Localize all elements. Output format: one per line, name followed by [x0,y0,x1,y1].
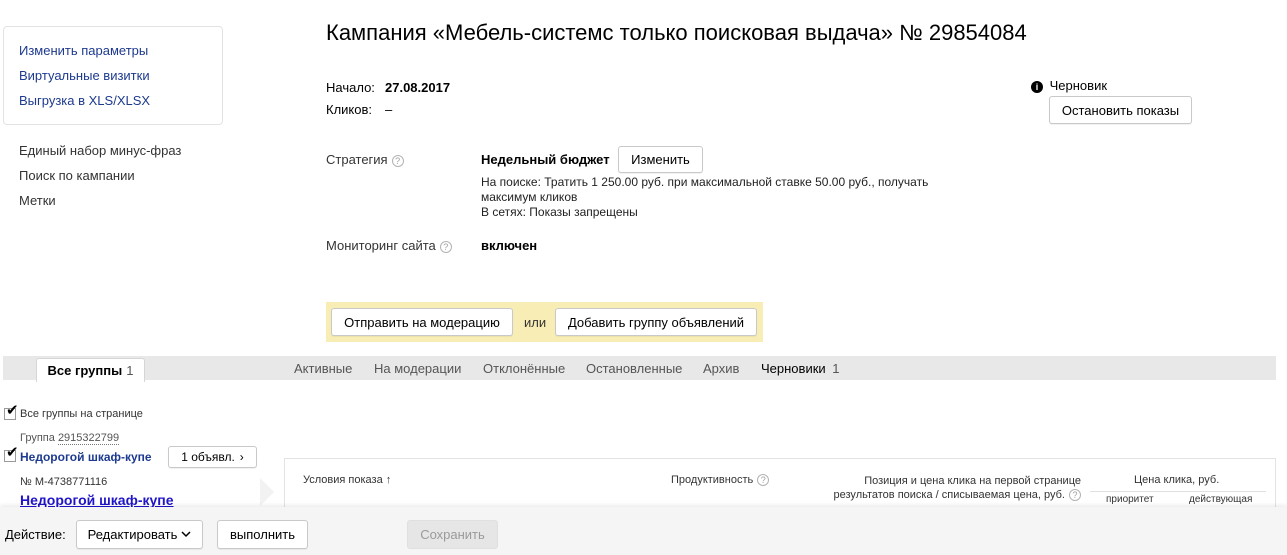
ads-count-label: 1 объявл. [181,450,235,464]
tab-active[interactable]: Активные [294,361,352,376]
execute-button[interactable]: выполнить [217,520,308,549]
sidebar-link-vcards[interactable]: Виртуальные визитки [19,68,150,83]
strategy-value: Недельный бюджет [481,152,610,167]
save-button[interactable]: Сохранить [407,520,498,549]
question-circle-icon[interactable]: ? [391,154,404,167]
tab-drafts[interactable]: Черновики 1 [761,361,840,376]
col-productivity-header: Продуктивность? [671,474,770,487]
col-conditions-label: Условия показа [303,474,383,486]
col-effective-header: действующая [1189,494,1253,505]
page-title: Кампания «Мебель-системс только поискова… [326,20,1027,45]
action-select-value: Редактировать [87,527,178,542]
start-date: 27.08.2017 [385,80,451,95]
col-conditions-header[interactable]: Условия показа ↑ [303,474,391,486]
col-position-line1: Позиция и цена клика на первой странице [864,475,1081,487]
tab-rejected[interactable]: Отклонённые [483,361,565,376]
sidebar-link-minus-phrases[interactable]: Единый набор минус-фраз [19,143,181,158]
start-label: Начало: [326,80,375,95]
checkmark-icon: ✔ [6,402,19,419]
col-price-divider [1090,491,1266,492]
question-circle-icon[interactable]: ? [439,240,452,253]
tab-all-groups-label: Все группы [47,363,123,378]
stop-shows-button[interactable]: Остановить показы [1049,96,1192,124]
tab-on-moderation[interactable]: На модерации [374,361,461,376]
status-badge: i Черновик [1031,78,1107,93]
col-productivity-label: Продуктивность [671,474,754,486]
group-checkbox[interactable]: ✔ [4,445,19,462]
tab-stopped[interactable]: Остановленные [586,361,682,376]
monitoring-value: включен [481,238,538,253]
status-text: Черновик [1049,78,1108,93]
chevron-down-icon [181,531,191,538]
group-name-link[interactable]: Недорогой шкаф-купе [20,450,152,464]
tab-drafts-label: Черновики [761,361,826,376]
info-circle-icon: i [1031,80,1043,93]
group-label: Группа [20,432,55,444]
action-select[interactable]: Редактировать [76,520,203,549]
select-all-checkbox[interactable]: ✔ [4,403,19,420]
strategy-detail-search: На поиске: Тратить 1 250.00 руб. при мак… [481,175,929,189]
strategy-details: На поиске: Тратить 1 250.00 руб. при мак… [481,175,928,220]
select-all-label: Все группы на странице [20,408,143,420]
ads-count-button[interactable]: 1 объявл. › [168,446,257,468]
tab-all-groups[interactable]: Все группы 1 [36,358,145,382]
tab-all-groups-count: 1 [126,363,134,378]
col-price-header: Цена клика, руб. [1134,474,1220,486]
sidebar-link-edit-params[interactable]: Изменить параметры [19,43,148,58]
question-circle-icon[interactable]: ? [757,474,770,487]
group-id-row: Группа 2915322799 [20,432,120,445]
sidebar-link-export-xls[interactable]: Выгрузка в XLS/XLSX [19,93,150,108]
sidebar-link-tags[interactable]: Метки [19,193,56,208]
strategy-detail-networks: В сетях: Показы запрещены [481,205,638,219]
group-pointer-arrow [260,478,274,506]
clicks-label: Кликов: [326,102,373,117]
sort-arrow-up-icon: ↑ [385,474,392,486]
ad-title-link[interactable]: Недорогой шкаф-купе [20,492,174,508]
col-position-line2: результатов поиска / списываемая цена, р… [833,489,1065,501]
col-position-header: Позиция и цена клика на первой странице … [770,474,1081,502]
group-id[interactable]: 2915322799 [57,432,120,445]
chevron-right-icon: › [239,450,244,464]
add-group-button[interactable]: Добавить группу объявлений [555,308,757,336]
send-to-moderation-button[interactable]: Отправить на модерацию [331,308,513,336]
tab-drafts-count: 1 [832,361,840,376]
clicks-value: – [385,102,393,117]
monitoring-label: Мониторинг сайта [326,238,436,253]
question-circle-icon[interactable]: ? [1069,489,1081,502]
sidebar-link-campaign-search[interactable]: Поиск по кампании [19,168,135,183]
ad-number: № M-4738771116 [20,476,108,488]
monitoring-label-row: Мониторинг сайта? [326,238,452,253]
tab-archive[interactable]: Архив [703,361,739,376]
strategy-label: Стратегия [326,152,388,167]
checkmark-icon: ✔ [6,444,19,461]
strategy-detail-search-cont: максимум кликов [481,190,578,204]
action-label: Действие: [5,527,66,542]
change-strategy-button[interactable]: Изменить [618,146,703,173]
col-priority-header: приоритет [1106,494,1154,505]
or-label: или [524,315,547,330]
strategy-label-row: Стратегия? [326,152,404,167]
